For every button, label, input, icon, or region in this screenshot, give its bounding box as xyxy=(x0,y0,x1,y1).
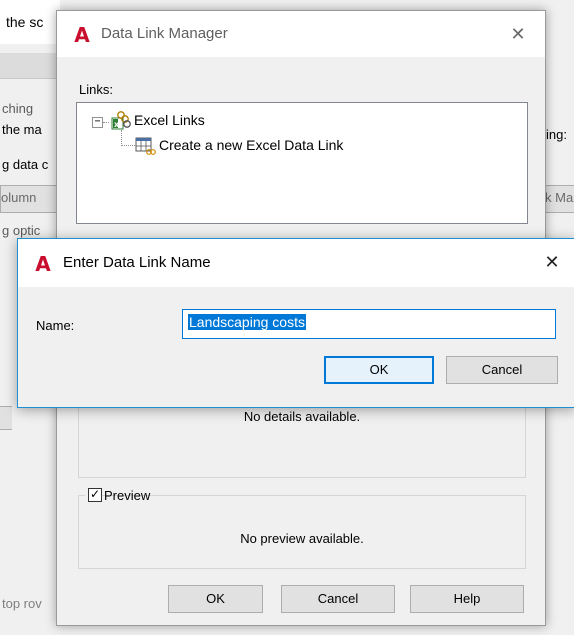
background-text: the ma xyxy=(2,122,42,137)
excel-table-link-icon xyxy=(135,137,156,155)
close-icon[interactable]: ✕ xyxy=(537,248,567,278)
svg-text:x: x xyxy=(114,120,120,129)
background-text: ing: xyxy=(546,127,567,142)
tree-item-create-excel-link[interactable]: Create a new Excel Data Link xyxy=(159,137,343,153)
links-tree[interactable]: − x Excel Links Create a new Excel Data … xyxy=(76,102,528,224)
name-input[interactable]: Landscaping costs xyxy=(182,309,556,339)
cancel-button[interactable]: Cancel xyxy=(281,585,395,613)
background-text: g optic xyxy=(2,223,41,238)
background-header-bar xyxy=(0,53,56,79)
close-icon[interactable]: ✕ xyxy=(503,20,533,50)
dialog-title: Enter Data Link Name xyxy=(63,254,211,271)
background-button xyxy=(0,406,12,430)
background-text: g data c xyxy=(2,157,49,172)
background-button: olumn xyxy=(0,185,58,213)
dialog-titlebar: A Data Link Manager ✕ xyxy=(57,11,545,57)
background-text: ching xyxy=(2,101,34,116)
tree-item-excel-links[interactable]: Excel Links xyxy=(134,112,205,128)
dialog-title: Data Link Manager xyxy=(101,25,228,42)
enter-data-link-name-dialog: A Enter Data Link Name ✕ Name: Landscapi… xyxy=(17,238,574,408)
name-label: Name: xyxy=(36,318,75,333)
collapse-icon[interactable]: − xyxy=(92,117,103,128)
ok-button[interactable]: OK xyxy=(324,356,434,384)
details-text: No details available. xyxy=(243,409,361,424)
links-label: Links: xyxy=(79,82,113,97)
background-titlebar: the sc xyxy=(0,0,60,44)
cancel-button[interactable]: Cancel xyxy=(446,356,558,384)
background-text: top rov xyxy=(2,596,42,611)
dialog-titlebar: A Enter Data Link Name ✕ xyxy=(18,239,574,287)
autocad-logo-icon: A xyxy=(74,23,90,47)
preview-group: No preview available. xyxy=(78,495,526,569)
preview-checkbox[interactable]: ✓ xyxy=(88,488,102,502)
autocad-logo-icon: A xyxy=(35,252,51,276)
preview-label: Preview xyxy=(104,488,151,503)
background-title: the sc xyxy=(6,14,44,30)
ok-button[interactable]: OK xyxy=(168,585,263,613)
help-button[interactable]: Help xyxy=(410,585,524,613)
background-button: k Ma xyxy=(544,185,574,213)
excel-links-icon: x xyxy=(111,111,131,130)
preview-checkbox-wrap: ✓ Preview xyxy=(85,487,150,505)
preview-text: No preview available. xyxy=(240,531,364,546)
name-input-value: Landscaping costs xyxy=(188,314,306,330)
